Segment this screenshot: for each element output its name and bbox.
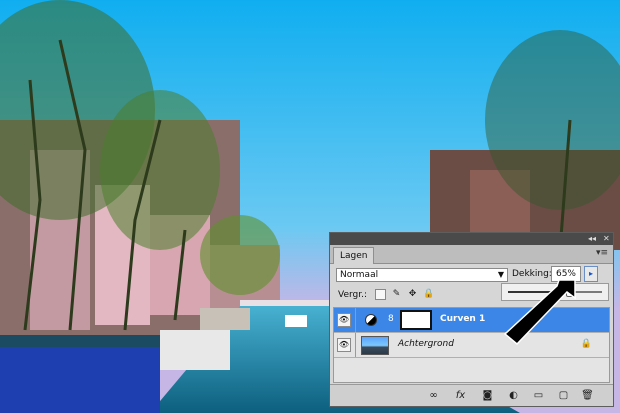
eye-icon[interactable]: 👁 — [337, 313, 351, 327]
add-mask-icon[interactable]: ◙ — [481, 389, 494, 402]
lock-transparent-icon[interactable] — [375, 289, 386, 300]
panel-footer: ∞ fx ◙ ◐ ▭ ▢ 🗑 — [330, 384, 613, 406]
opacity-slider-toggle[interactable]: ▸ — [584, 266, 598, 282]
collapse-panel-icon[interactable]: ◂◂ — [588, 234, 596, 244]
fx-icon[interactable]: fx — [454, 389, 467, 402]
lock-move-icon[interactable]: ✥ — [407, 289, 418, 300]
panel-topbar: ◂◂ ✕ — [330, 233, 613, 245]
lock-icon: 🔒 — [580, 339, 592, 349]
layer-mask-thumbnail[interactable] — [400, 310, 432, 330]
panel-menu-icon[interactable]: ▾≡ — [596, 248, 608, 258]
lock-all-icon[interactable]: 🔒 — [423, 289, 434, 300]
layer-name[interactable]: Curven 1 — [440, 314, 485, 324]
chain-link-icon[interactable]: 8 — [388, 314, 394, 324]
new-group-icon[interactable]: ▭ — [532, 389, 545, 402]
lock-label: Vergr.: — [338, 290, 368, 300]
curves-adjustment-icon — [365, 314, 377, 326]
divider — [355, 333, 356, 357]
blend-mode-value: Normaal — [340, 270, 379, 280]
link-layers-icon[interactable]: ∞ — [427, 389, 440, 402]
new-layer-icon[interactable]: ▢ — [557, 389, 570, 402]
divider — [355, 308, 356, 332]
panel-tab-row: Lagen ▾≡ — [330, 245, 613, 264]
tab-layers[interactable]: Lagen — [333, 247, 375, 264]
lock-paint-icon[interactable]: ✎ — [391, 289, 402, 300]
close-panel-icon[interactable]: ✕ — [603, 234, 610, 244]
adjustment-layer-icon[interactable]: ◐ — [507, 389, 520, 402]
lock-row: Vergr.: ✎ ✥ 🔒 — [336, 289, 496, 303]
blend-mode-select[interactable]: Normaal ▼ — [336, 268, 508, 282]
layer-thumbnail — [361, 336, 389, 355]
eye-icon[interactable]: 👁 — [337, 338, 351, 352]
trash-icon[interactable]: 🗑 — [581, 389, 594, 402]
pointer-arrow-icon — [503, 279, 576, 346]
layer-name[interactable]: Achtergrond — [398, 339, 454, 349]
